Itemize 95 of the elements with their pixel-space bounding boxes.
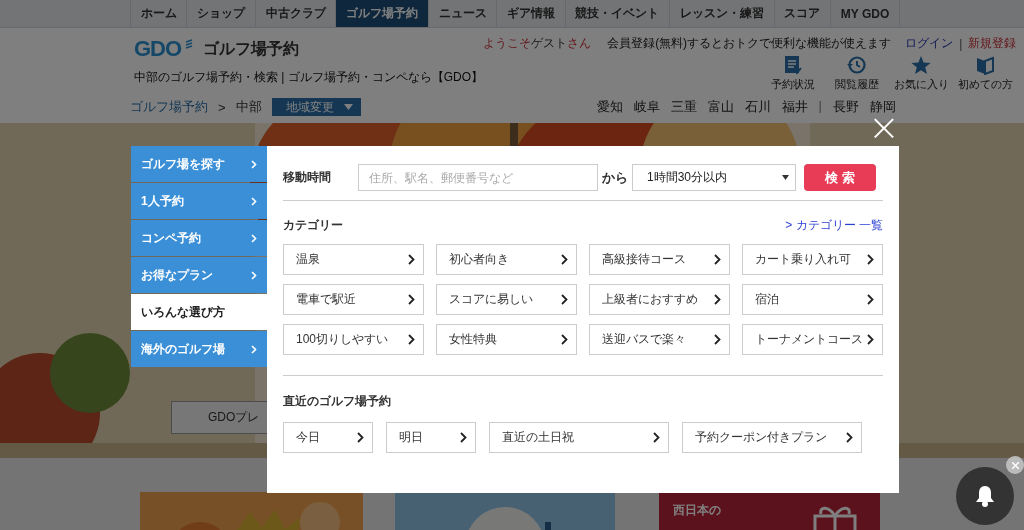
star-icon [910,55,933,75]
category-button[interactable]: 100切りしやすい [283,324,424,355]
nav-tab[interactable]: ゴルフ場予約 [335,0,428,27]
prefecture-link[interactable]: 富山 [707,98,734,116]
chevron-icon [653,432,660,443]
category-button[interactable]: 宿泊 [742,284,883,315]
nav-tab[interactable]: ギア情報 [496,0,565,27]
category-button[interactable]: スコアに易しい [436,284,577,315]
shortcut-link[interactable]: お気に入り [890,55,953,92]
promo-text: 会員登録(無料)するとおトクで便利な機能が使えます [607,35,892,52]
region-change-button[interactable]: 地域変更 [271,98,361,116]
chevron-icon [867,334,874,345]
nav-tab[interactable]: ニュース [427,0,497,27]
category-button[interactable]: 初心者向き [436,244,577,275]
category-button[interactable]: カート乗り入れ可 [742,244,883,275]
separator-text: | [959,36,963,51]
prefecture-link[interactable]: 愛知 [596,98,623,116]
chevron-icon [251,233,257,243]
breadcrumb-separator: > [218,99,226,115]
nav-tab[interactable]: スコア [773,0,831,27]
close-icon [1011,461,1019,469]
sidebar-item[interactable]: 1人予約 [131,183,267,219]
nav-tab[interactable]: レッスン・練習 [669,0,774,27]
search-button[interactable]: 検 索 [804,164,876,191]
sidebar-item[interactable]: いろんな選び方 [131,294,267,330]
travel-time-label: 移動時間 [283,169,332,186]
guest-name: ゲスト [531,35,568,52]
prefecture-link[interactable]: 福井 [781,98,808,116]
sidebar-item[interactable]: ゴルフ場を探す [131,146,267,182]
chevron-icon [561,254,568,265]
register-link[interactable]: 新規登録 [968,35,1017,52]
chevron-icon [408,254,415,265]
sidebar-item[interactable]: お得なプラン [131,257,267,293]
prefecture-link[interactable]: 長野 [833,98,859,116]
nav-tab[interactable]: MY GDO [830,0,900,27]
shortcut-link[interactable]: 予約状況 [762,55,825,92]
caret-icon [782,175,789,180]
nav-tab[interactable]: ホーム [130,0,187,27]
book-icon [974,55,997,75]
date-button[interactable]: 明日 [386,422,476,453]
chevron-icon [460,432,467,443]
category-button[interactable]: 高級接待コース [589,244,730,275]
chevron-icon [714,334,721,345]
chevron-icon [867,254,874,265]
chevron-icon [561,294,568,305]
login-link[interactable]: ログイン [905,35,954,52]
section-title: カテゴリー [283,217,343,234]
shortcut-link[interactable]: 初めての方 [954,55,1017,92]
date-button[interactable]: 直近の土日祝 [489,422,669,453]
date-button[interactable]: 予約クーポン付きプラン [682,422,862,453]
from-label: から [602,168,628,187]
time-select[interactable]: 1時間30分以内 [632,164,796,191]
chevron-icon [251,196,257,206]
chevron-icon [251,270,257,280]
nav-tab[interactable]: ショップ [186,0,255,27]
category-button[interactable]: 電車で駅近 [283,284,424,315]
chevron-icon [867,294,874,305]
chevron-icon [714,254,721,265]
sidebar-item[interactable]: 海外のゴルフ場 [131,331,267,367]
prefecture-link[interactable]: 三重 [670,98,697,116]
chevron-icon [251,344,257,354]
address-field[interactable]: 住所、駅名、郵便番号など [358,164,598,191]
chevron-icon [408,294,415,305]
category-button[interactable]: 送迎バスで楽々 [589,324,730,355]
welcome-text: ようこそ [483,35,532,52]
tagline: 中部のゴルフ場予約・検索 | ゴルフ場予約・コンペなら【GDO】 [134,69,484,86]
welcome-suffix: さん [567,35,592,52]
category-button[interactable]: トーナメントコース [742,324,883,355]
banner-text: 西日本の [673,502,721,519]
category-list-link[interactable]: > カテゴリー 一覧 [785,217,883,234]
chevron-icon [408,334,415,345]
breadcrumb-current: 中部 [235,98,262,116]
bell-icon [975,485,995,507]
chevron-icon [251,159,257,169]
chevron-icon [561,334,568,345]
banner-card[interactable]: 西日本の [659,492,880,530]
nav-tab[interactable]: 競技・イベント [564,0,670,27]
date-button[interactable]: 今日 [283,422,373,453]
site-title: ゴルフ場予約 [203,38,300,59]
breadcrumb-link[interactable]: ゴルフ場予約 [130,98,208,116]
chevron-icon [357,432,364,443]
prefecture-link[interactable]: 石川 [744,98,771,116]
logo[interactable]: GDO [134,36,182,62]
chevron-icon [846,432,853,443]
prefecture-link[interactable]: 静岡 [870,98,896,116]
category-button[interactable]: 女性特典 [436,324,577,355]
caret-icon [343,104,353,110]
sidebar-item[interactable]: コンペ予約 [131,220,267,256]
prefecture-link[interactable]: 岐阜 [633,98,660,116]
chevron-icon [714,294,721,305]
category-button[interactable]: 上級者におすすめ [589,284,730,315]
category-button[interactable]: 温泉 [283,244,424,275]
divider-text: | [818,98,822,115]
list-icon [782,55,805,75]
shortcut-link[interactable]: 閲覧履歴 [826,55,889,92]
